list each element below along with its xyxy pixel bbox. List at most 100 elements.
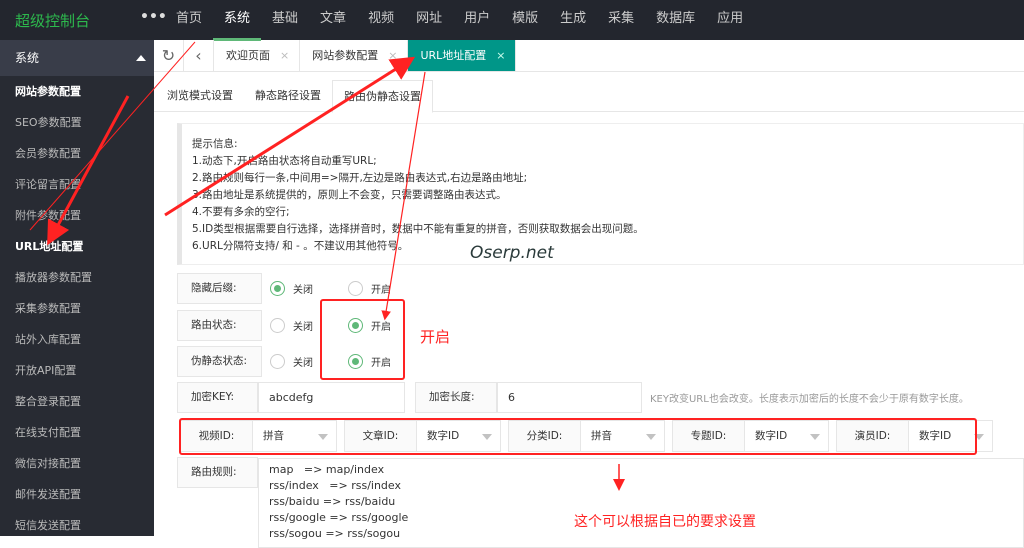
encrypt-hint: KEY改变URL也会改变。长度表示加密后的长度不会少于原有数字长度。 — [650, 394, 969, 405]
id-type-label: 分类ID: — [509, 421, 581, 451]
id-type-row: 视频ID: 拼音 文章ID: 数字ID 分类ID: 拼音 专题ID: 数字ID 演员ID: 数字I… — [180, 420, 1000, 452]
hide-suffix-row: 隐藏后缀: 关闭 开启 — [177, 273, 418, 304]
id-type-value: 拼音 — [263, 430, 284, 442]
id-type-value: 数字ID — [919, 430, 952, 442]
top-nav-item[interactable]: 应用 — [706, 0, 754, 41]
rewrite-status-off-radio[interactable]: 关闭 — [270, 354, 340, 369]
tip-line: 5.ID类型根据需要自行选择，选择拼音时，数据中不能有重复的拼音，否则获取数据会… — [192, 223, 644, 235]
top-nav-item[interactable]: 基础 — [261, 0, 309, 41]
id-type-group: 文章ID: 数字ID — [344, 420, 501, 452]
id-type-select[interactable]: 数字ID — [745, 421, 828, 451]
hide-suffix-off-radio[interactable]: 关闭 — [270, 281, 340, 296]
tip-line: 4.不要有多余的空行; — [192, 206, 290, 218]
id-type-select[interactable]: 拼音 — [253, 421, 336, 451]
tip-line: 1.动态下,开启路由状态将自动重写URL; — [192, 155, 377, 167]
id-type-select[interactable]: 数字ID — [417, 421, 500, 451]
sidebar-item[interactable]: 会员参数配置 — [0, 138, 154, 169]
close-icon[interactable]: × — [496, 49, 505, 62]
id-type-select[interactable]: 数字ID — [909, 421, 992, 451]
top-nav-item[interactable]: 网址 — [405, 0, 453, 41]
sidebar-item[interactable]: 评论留言配置 — [0, 169, 154, 200]
hide-suffix-on-radio[interactable]: 开启 — [348, 281, 418, 296]
top-nav-item[interactable]: 首页 — [165, 0, 213, 41]
sidebar-item[interactable]: 附件参数配置 — [0, 200, 154, 231]
rewrite-status-row: 伪静态状态: 关闭 开启 — [177, 346, 418, 377]
sidebar-item[interactable]: 采集参数配置 — [0, 293, 154, 324]
subtab-bar: 浏览模式设置 静态路径设置 路由伪静态设置 — [154, 80, 1024, 113]
tip-box: 提示信息: 1.动态下,开启路由状态将自动重写URL; 2.路由规则每行一条,中间用… — [177, 123, 1024, 265]
route-rules-textarea[interactable]: map => map/index rss/index => rss/index … — [258, 458, 1024, 548]
encrypt-key-label: 加密KEY: — [177, 382, 258, 413]
sidebar-item[interactable]: 微信对接配置 — [0, 448, 154, 479]
top-nav-item[interactable]: 文章 — [309, 0, 357, 41]
id-type-label: 专题ID: — [673, 421, 745, 451]
top-nav-item[interactable]: 采集 — [597, 0, 645, 41]
id-type-group: 视频ID: 拼音 — [180, 420, 337, 452]
encrypt-row: 加密KEY: abcdefg 加密长度: 6 KEY改变URL也会改变。长度表示… — [177, 382, 969, 413]
encrypt-length-label: 加密长度: — [415, 382, 497, 413]
subtab-item[interactable]: 浏览模式设置 — [156, 80, 244, 111]
tab-item[interactable]: URL地址配置 × — [408, 40, 517, 71]
tab-label: 欢迎页面 — [226, 49, 270, 62]
chevron-down-icon — [810, 434, 820, 445]
tab-item[interactable]: 欢迎页面 × — [214, 40, 301, 71]
route-status-on-radio[interactable]: 开启 — [348, 318, 418, 333]
close-icon[interactable]: × — [280, 49, 289, 62]
top-nav-item[interactable]: 生成 — [549, 0, 597, 41]
annotation-open-label: 开启 — [420, 328, 451, 346]
chevron-down-icon — [646, 434, 656, 445]
top-nav-item[interactable]: 视频 — [357, 0, 405, 41]
annotation-caption: 这个可以根据自已的要求设置 — [574, 514, 756, 530]
id-type-group: 演员ID: 数字ID — [836, 420, 993, 452]
tip-line: 6.URL分隔符支持/ 和 - 。不建议用其他符号。 — [192, 240, 409, 252]
id-type-label: 视频ID: — [181, 421, 253, 451]
chevron-down-icon — [482, 434, 492, 445]
tab-label: 网站参数配置 — [312, 49, 379, 62]
rewrite-status-on-radio[interactable]: 开启 — [348, 354, 418, 369]
id-type-label: 文章ID: — [345, 421, 417, 451]
sidebar-item[interactable]: 邮件发送配置 — [0, 479, 154, 510]
sidebar-item[interactable]: 开放API配置 — [0, 355, 154, 386]
sidebar-group-header[interactable]: 系统 — [0, 40, 154, 76]
tip-title: 提示信息: — [192, 138, 238, 150]
id-type-label: 演员ID: — [837, 421, 909, 451]
route-rules-label: 路由规则: — [177, 457, 258, 488]
route-rules-row: 路由规则: — [177, 457, 258, 488]
chevron-down-icon — [974, 434, 984, 445]
sidebar-item[interactable]: 网站参数配置 — [0, 76, 154, 107]
watermark: Oserp.net — [470, 243, 554, 263]
id-type-value: 数字ID — [755, 430, 788, 442]
subtab-item[interactable]: 路由伪静态设置 — [332, 80, 433, 113]
tab-item[interactable]: 网站参数配置 × — [300, 40, 409, 71]
subtab-item[interactable]: 静态路径设置 — [244, 80, 332, 111]
sidebar-item[interactable]: 在线支付配置 — [0, 417, 154, 448]
sidebar-item[interactable]: URL地址配置 — [0, 231, 154, 262]
sidebar-item[interactable]: 站外入库配置 — [0, 324, 154, 355]
route-status-label: 路由状态: — [177, 310, 262, 341]
sidebar-item[interactable]: SEO参数配置 — [0, 107, 154, 138]
encrypt-length-input[interactable]: 6 — [497, 382, 642, 413]
top-nav-item[interactable]: 系统 — [213, 0, 262, 41]
route-status-off-radio[interactable]: 关闭 — [270, 318, 340, 333]
sidebar-group-label: 系统 — [15, 51, 40, 65]
back-icon[interactable]: ‹ — [184, 40, 214, 71]
tab-bar: ↻ ‹ 欢迎页面 × 网站参数配置 × URL地址配置 × — [154, 40, 1024, 72]
top-bar: 超级控制台 ••• 首页 系统 基础 文章 视频 网址 用户 模版 生成 采集 数据库 应用 — [0, 0, 1024, 41]
refresh-icon[interactable]: ↻ — [154, 40, 184, 71]
sidebar-item[interactable]: 整合登录配置 — [0, 386, 154, 417]
top-nav-item[interactable]: 数据库 — [645, 0, 706, 41]
tip-line: 3.路由地址是系统提供的，原则上不会变，只需要调整路由表达式。 — [192, 189, 507, 201]
sidebar-item[interactable]: 短信发送配置 — [0, 510, 154, 541]
tab-label: URL地址配置 — [420, 49, 487, 62]
sidebar-item[interactable]: 播放器参数配置 — [0, 262, 154, 293]
top-nav-item[interactable]: 模版 — [501, 0, 549, 41]
close-icon[interactable]: × — [388, 49, 397, 62]
id-type-value: 拼音 — [591, 430, 612, 442]
rewrite-status-label: 伪静态状态: — [177, 346, 262, 377]
encrypt-key-input[interactable]: abcdefg — [258, 382, 405, 413]
top-nav-item[interactable]: 用户 — [453, 0, 501, 41]
id-type-select[interactable]: 拼音 — [581, 421, 664, 451]
app-logo[interactable]: 超级控制台 — [15, 10, 90, 31]
tip-line: 2.路由规则每行一条,中间用=>隔开,左边是路由表达式,右边是路由地址; — [192, 172, 528, 184]
more-icon[interactable]: ••• — [140, 9, 167, 25]
